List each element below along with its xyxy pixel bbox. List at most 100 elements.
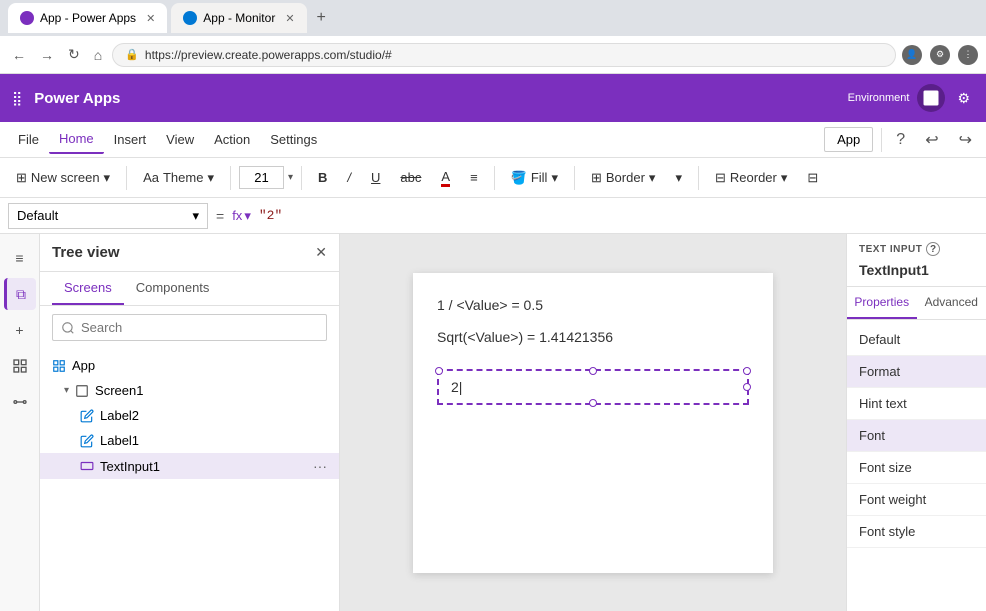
toolbar-separator-3 [301,166,302,190]
new-tab-button[interactable]: + [311,9,332,27]
tree-item-label2[interactable]: Label2 [40,403,339,428]
search-input[interactable] [81,320,318,335]
resize-handle-mid-right[interactable] [743,383,751,391]
tab-close-powerapps[interactable]: ✕ [146,12,155,25]
resize-handle-top-left[interactable] [435,367,443,375]
canvas-line1: 1 / <Value> = 0.5 [437,297,749,313]
extensions-icon[interactable]: ⚙ [930,45,950,65]
strikethrough-button[interactable]: abc [392,166,429,189]
tab-monitor[interactable]: App - Monitor ✕ [171,3,306,33]
font-size-input[interactable] [239,166,284,189]
home-button[interactable]: ⌂ [90,43,106,67]
tab-close-monitor[interactable]: ✕ [285,12,294,25]
textinput1-more-button[interactable]: ··· [313,458,327,474]
tab-powerapps[interactable]: App - Power Apps ✕ [8,3,167,33]
settings-icon[interactable]: ⚙ [953,86,974,111]
theme-button[interactable]: Aa Theme ▾ [135,166,222,190]
reload-button[interactable]: ↻ [64,42,84,67]
font-color-button[interactable]: A [433,165,458,191]
border-label: Border [606,170,645,185]
fill-icon: 🪣 [511,170,527,186]
menu-file[interactable]: File [8,126,49,153]
reorder-button[interactable]: ⊟ Reorder ▾ [707,166,795,190]
grid-icon[interactable]: ⣿ [12,90,22,107]
text-input-control[interactable]: 2| [437,369,749,405]
menu-insert[interactable]: Insert [104,126,157,153]
help-icon[interactable]: ? [890,129,911,151]
prop-font-size[interactable]: Font size [847,452,986,484]
redo-button[interactable]: ↪ [953,128,978,152]
text-input-value: 2| [451,379,462,395]
align-button[interactable]: ≡ [462,166,486,189]
menu-home[interactable]: Home [49,125,104,154]
sidebar-item-data[interactable] [4,350,36,382]
prop-format[interactable]: Format [847,356,986,388]
tab-icon-powerapps [20,11,34,25]
tree-item-label1[interactable]: Label1 [40,428,339,453]
label1-icon [80,434,94,448]
prop-hint-text[interactable]: Hint text [847,388,986,420]
prop-default[interactable]: Default [847,324,986,356]
environment-label: Environment [848,92,910,104]
resize-handle-bot-mid[interactable] [589,399,597,407]
prop-font[interactable]: Font [847,420,986,452]
italic-button[interactable]: / [339,166,359,189]
nav-icons: 👤 ⚙ ⋮ [902,45,978,65]
app-button[interactable]: App [824,127,873,152]
avatar[interactable] [917,84,945,112]
undo-button[interactable]: ↩ [919,128,944,152]
prop-font-style[interactable]: Font style [847,516,986,548]
sidebar-item-back[interactable]: ≡ [4,242,36,274]
menu-action[interactable]: Action [204,126,260,153]
property-chevron: ▾ [192,208,199,224]
component-type-label: TEXT INPUT ? [847,234,986,260]
resize-handle-top-right[interactable] [743,367,751,375]
tree-close-button[interactable]: ✕ [315,244,327,261]
tree-item-screen1[interactable]: ▾ Screen1 [40,378,339,403]
new-screen-label: New screen [31,170,100,185]
tree-item-app[interactable]: App [40,353,339,378]
back-button[interactable]: ← [8,43,30,67]
menu-view[interactable]: View [156,126,204,153]
help-icon[interactable]: ? [926,242,940,256]
menu-icon[interactable]: ⋮ [958,45,978,65]
panel-tabs: Properties Advanced [847,287,986,320]
bold-button[interactable]: B [310,166,335,189]
panel-properties: Default Format Hint text Font Font size … [847,320,986,552]
resize-handle-top-mid[interactable] [589,367,597,375]
canvas-frame: 1 / <Value> = 0.5 Sqrt(<Value>) = 1.4142… [413,273,773,573]
profile-icon[interactable]: 👤 [902,45,922,65]
font-size-chevron[interactable]: ▾ [288,172,293,183]
prop-font-weight[interactable]: Font weight [847,484,986,516]
address-bar[interactable]: 🔒 https://preview.create.powerapps.com/s… [112,43,896,67]
fx-button[interactable]: fx ▾ [232,208,251,224]
sidebar-item-treeview[interactable]: ⧉ [4,278,36,310]
tree-item-textinput1[interactable]: TextInput1 ··· [40,453,339,479]
sidebar-item-connect[interactable] [4,386,36,418]
border-chevron: ▾ [649,170,656,186]
component-type-text: TEXT INPUT [859,244,922,255]
left-sidebar: ≡ ⧉ + [0,234,40,611]
tab-label-powerapps: App - Power Apps [40,11,136,25]
tab-properties[interactable]: Properties [847,287,917,319]
new-screen-button[interactable]: ⊞ New screen ▾ [8,166,118,190]
align-right-button[interactable]: ⊟ [799,166,826,190]
forward-button[interactable]: → [36,43,58,67]
tab-screens[interactable]: Screens [52,272,124,305]
tab-advanced[interactable]: Advanced [917,287,986,319]
app-header: ⣿ Power Apps Environment ⚙ [0,74,986,122]
fill-button[interactable]: 🪣 Fill ▾ [503,166,566,190]
dropdown-button[interactable]: ▾ [667,166,690,190]
sidebar-item-insert[interactable]: + [4,314,36,346]
fill-chevron: ▾ [551,170,558,186]
tree-search [40,306,339,349]
border-button[interactable]: ⊞ Border ▾ [583,166,663,190]
tree-items: App ▾ Screen1 Label2 Label1 TextInput1 ·… [40,349,339,611]
tab-components[interactable]: Components [124,272,222,305]
menu-settings[interactable]: Settings [260,126,327,153]
main-layout: ≡ ⧉ + Tree view ✕ Screens Components [0,234,986,611]
toolbar-separator-1 [126,166,127,190]
property-selector[interactable]: Default ▾ [8,203,208,229]
browser-chrome: App - Power Apps ✕ App - Monitor ✕ + [0,0,986,36]
underline-button[interactable]: U [363,166,388,189]
